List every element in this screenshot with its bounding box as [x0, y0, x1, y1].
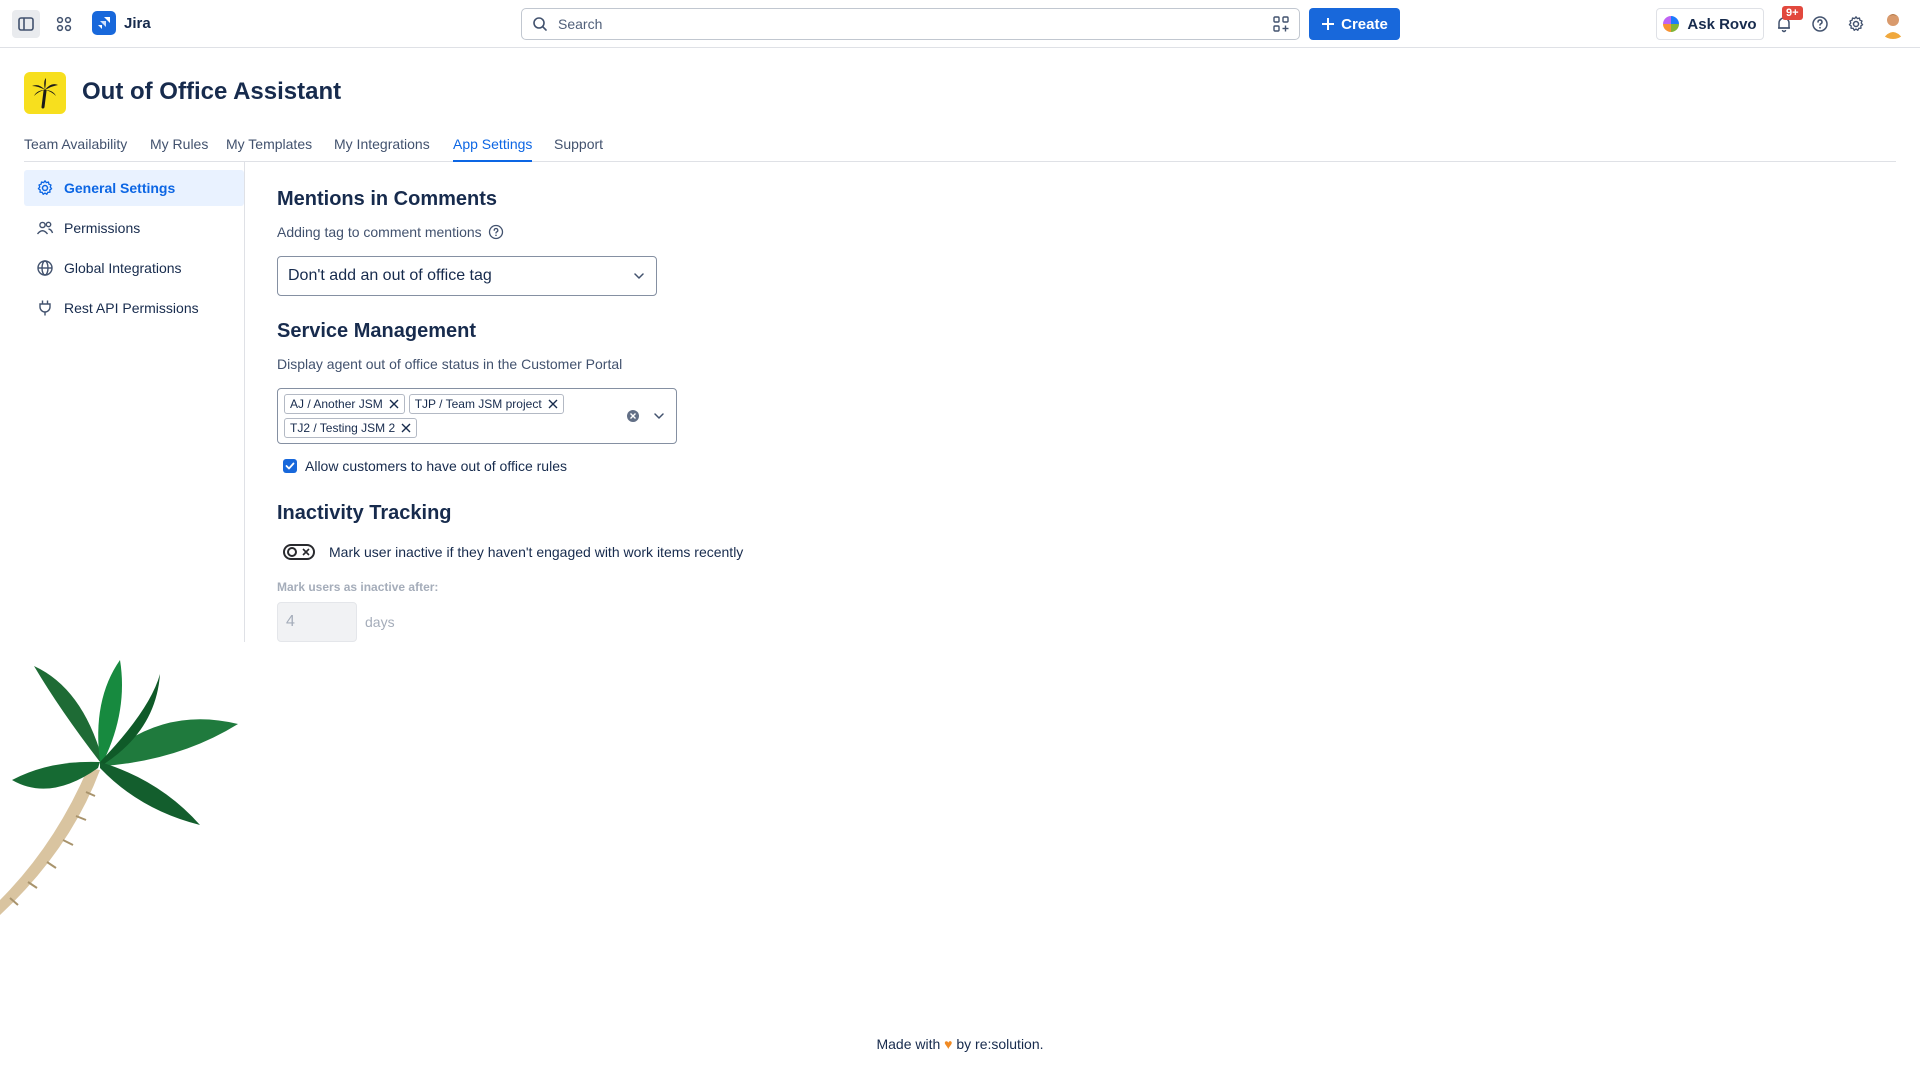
sidebar-toggle-button[interactable] [12, 10, 40, 38]
remove-tag-icon[interactable] [548, 399, 558, 409]
search-input[interactable]: Search [521, 8, 1300, 40]
chevron-down-icon [654, 413, 664, 419]
sidebar-item-permissions[interactable]: Permissions [24, 210, 244, 246]
clear-icon [627, 410, 639, 422]
plus-icon [1322, 18, 1335, 30]
settings-button[interactable] [1842, 10, 1870, 38]
mention-tag-select-value: Don't add an out of office tag [288, 267, 492, 284]
heart-icon: ♥ [944, 1036, 953, 1052]
project-tag-label: TJ2 / Testing JSM 2 [290, 421, 396, 435]
create-label: Create [1341, 15, 1388, 33]
globe-icon [37, 260, 53, 276]
tab-bar: Team Availability My Rules My Templates … [24, 136, 1896, 162]
palm-tree-icon [32, 78, 58, 109]
apps-plus-icon [1273, 16, 1289, 32]
service-section-title: Service Management [277, 320, 476, 342]
days-unit-label: days [365, 614, 395, 630]
app-switcher-button[interactable] [50, 10, 78, 38]
sidebar-item-rest-api-permissions[interactable]: Rest API Permissions [24, 290, 244, 326]
tab-my-rules[interactable]: My Rules [150, 136, 208, 162]
settings-sidebar: General Settings Permissions Global Inte… [24, 162, 245, 642]
jira-logo-icon [92, 11, 116, 35]
rovo-icon [1663, 16, 1680, 32]
sidebar-item-label: Rest API Permissions [64, 300, 199, 316]
app-logo [24, 72, 66, 114]
sidebar-item-label: General Settings [64, 180, 176, 196]
footer: Made with ♥ by re:solution. [0, 1036, 1920, 1052]
allow-customers-checkbox[interactable] [283, 459, 297, 473]
inactivity-toggle-label: Mark user inactive if they haven't engag… [329, 544, 744, 560]
grid-icon [56, 16, 72, 32]
ask-rovo-label: Ask Rovo [1687, 15, 1757, 33]
user-avatar[interactable] [1878, 9, 1908, 39]
sidebar-item-global-integrations[interactable]: Global Integrations [24, 250, 244, 286]
selected-projects: AJ / Another JSM TJP / Team JSM project … [284, 394, 614, 438]
sidebar-item-label: Permissions [64, 220, 141, 236]
inactive-after-label: Mark users as inactive after: [277, 580, 439, 594]
search-placeholder: Search [558, 16, 603, 32]
palm-tree-illustration [0, 660, 238, 915]
footer-suffix: by re:solution. [956, 1036, 1044, 1052]
jira-logo-link[interactable]: Jira [92, 11, 151, 35]
chevron-down-icon [634, 273, 644, 279]
footer-prefix: Made with [876, 1036, 941, 1052]
allow-customers-label: Allow customers to have out of office ru… [305, 458, 567, 474]
project-tag: TJP / Team JSM project [408, 394, 564, 414]
clear-selection-button[interactable] [626, 409, 640, 428]
inactive-days-value: 4 [286, 613, 295, 630]
remove-tag-icon[interactable] [389, 399, 399, 409]
search-icon [533, 17, 547, 31]
notifications-badge: 9+ [1782, 6, 1803, 20]
tab-app-settings[interactable]: App Settings [453, 136, 533, 162]
toggle-knob [287, 547, 297, 557]
mentions-description: Adding tag to comment mentions [277, 224, 504, 240]
project-tag: AJ / Another JSM [284, 394, 405, 414]
app-name: Jira [124, 14, 151, 32]
sidebar-item-label: Global Integrations [64, 260, 182, 276]
multiselect-dropdown-button[interactable] [652, 409, 666, 428]
service-description: Display agent out of office status in th… [277, 356, 623, 372]
project-tag-label: TJP / Team JSM project [414, 397, 542, 411]
create-button[interactable]: Create [1309, 8, 1400, 40]
gear-icon [1848, 16, 1864, 31]
help-icon [1812, 16, 1828, 32]
project-tag: TJ2 / Testing JSM 2 [284, 418, 418, 438]
inactivity-toggle[interactable] [283, 544, 315, 560]
help-button[interactable] [1806, 10, 1834, 38]
tab-my-integrations[interactable]: My Integrations [334, 136, 430, 162]
top-navigation-bar: Jira Search Create Ask Rovo 9+ [0, 0, 1920, 48]
remove-tag-icon[interactable] [401, 423, 411, 433]
project-tag-label: AJ / Another JSM [290, 397, 383, 411]
mentions-section-title: Mentions in Comments [277, 188, 498, 210]
inactive-days-input: 4 [277, 602, 357, 642]
gear-icon [37, 180, 53, 195]
tab-team-availability[interactable]: Team Availability [24, 136, 127, 162]
page-title: Out of Office Assistant [82, 78, 342, 105]
inactivity-section-title: Inactivity Tracking [277, 502, 452, 524]
help-icon[interactable] [488, 224, 504, 240]
ask-rovo-button[interactable]: Ask Rovo [1656, 8, 1764, 40]
people-icon [36, 221, 54, 235]
close-icon [302, 548, 310, 556]
portal-projects-multiselect[interactable]: AJ / Another JSM TJP / Team JSM project … [277, 388, 677, 444]
mention-tag-select[interactable]: Don't add an out of office tag [277, 256, 657, 296]
sidebar-item-general-settings[interactable]: General Settings [24, 170, 244, 206]
plug-icon [39, 300, 51, 316]
tab-my-templates[interactable]: My Templates [226, 136, 312, 162]
tab-support[interactable]: Support [554, 136, 603, 162]
check-icon [285, 462, 295, 470]
search-filter-button[interactable] [1263, 9, 1299, 39]
mentions-description-text: Adding tag to comment mentions [277, 224, 482, 240]
sidebar-icon [18, 17, 34, 31]
